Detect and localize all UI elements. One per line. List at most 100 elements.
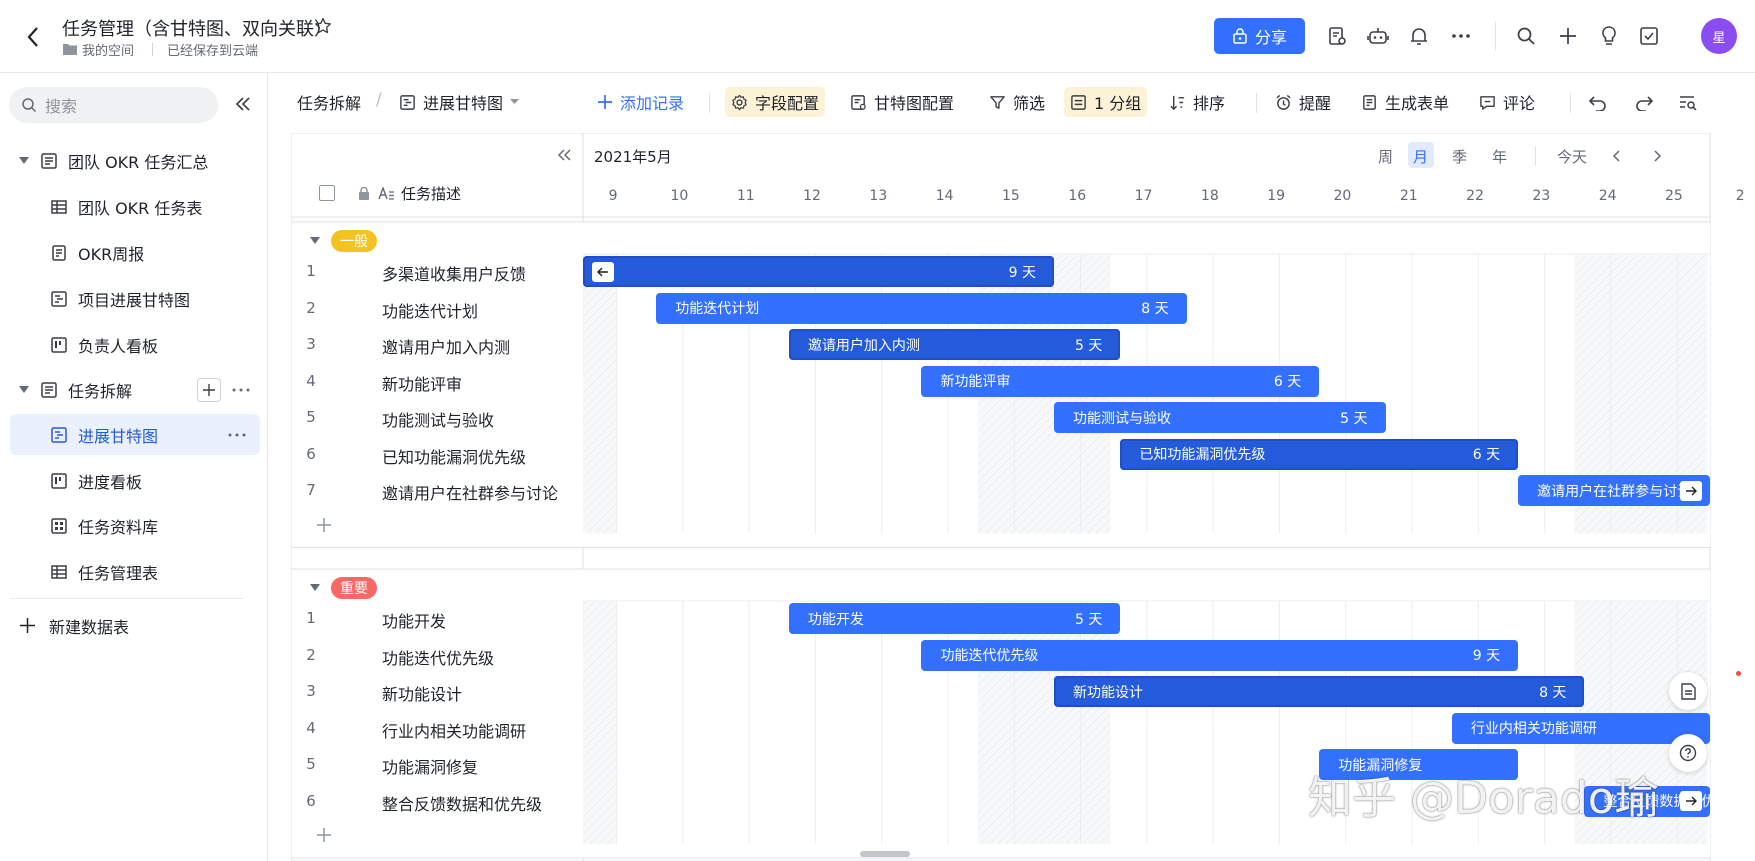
- bar-label: 新功能评审: [940, 374, 1011, 390]
- breadcrumb-space[interactable]: 我的空间: [82, 40, 134, 59]
- more-icon[interactable]: [228, 433, 246, 437]
- task-description-cell[interactable]: 多渠道收集用户反馈: [382, 261, 526, 285]
- bell-icon[interactable]: [1407, 24, 1431, 48]
- row-number: 6: [306, 444, 316, 463]
- sidebar-item-owner-kanban[interactable]: 负责人看板: [10, 324, 260, 365]
- gantt-bar[interactable]: 行业内相关功能调研: [1451, 712, 1710, 744]
- divider: [10, 598, 243, 599]
- task-description-cell[interactable]: 行业内相关功能调研: [382, 718, 526, 742]
- crumb-parent[interactable]: 任务拆解: [291, 87, 367, 117]
- document-title[interactable]: 任务管理（含甘特图、双向关联）: [62, 15, 332, 41]
- sidebar-item-project-gantt[interactable]: 项目进展甘特图: [10, 278, 260, 319]
- more-icon[interactable]: [232, 388, 250, 392]
- select-all-checkbox[interactable]: [319, 185, 335, 201]
- share-button[interactable]: 分享: [1214, 18, 1305, 54]
- bar-label: 功能开发: [807, 611, 864, 628]
- today-button[interactable]: 今天: [1557, 146, 1587, 167]
- gantt-bar[interactable]: 新功能评审 6 天: [921, 365, 1320, 397]
- task-description-cell[interactable]: 已知功能漏洞优先级: [382, 444, 526, 468]
- task-description-cell[interactable]: 功能迭代计划: [382, 298, 478, 322]
- gantt-bar[interactable]: 功能迭代优先级 9 天: [921, 639, 1519, 671]
- avatar[interactable]: 星: [1701, 18, 1737, 54]
- scale-quarter[interactable]: 季: [1452, 146, 1467, 167]
- gantt-bar[interactable]: 9 天: [583, 256, 1055, 287]
- field-config-button[interactable]: 字段配置: [725, 87, 826, 117]
- view-switcher[interactable]: 进展甘特图: [393, 87, 525, 117]
- expand-caret-icon[interactable]: [19, 156, 29, 165]
- sidebar-item-task-library[interactable]: 任务资料库: [10, 505, 260, 546]
- sidebar-item-progress-gantt[interactable]: 进展甘特图: [10, 414, 260, 455]
- back-arrow-icon[interactable]: [20, 24, 46, 50]
- help-float-button[interactable]: [1669, 734, 1707, 772]
- sidebar-item-okr-weekly[interactable]: OKR周报: [10, 232, 260, 273]
- horizontal-scrollbar[interactable]: [860, 851, 910, 857]
- task-description-cell[interactable]: 新功能设计: [382, 681, 462, 705]
- scale-week[interactable]: 周: [1378, 146, 1393, 167]
- sidebar-item-progress-kanban[interactable]: 进度看板: [10, 460, 260, 501]
- scroll-left-arrow-icon[interactable]: [592, 261, 614, 282]
- gantt-bar[interactable]: 已知功能漏洞优先级 6 天: [1120, 438, 1519, 470]
- divider: [709, 93, 710, 113]
- gantt-bar[interactable]: 功能测试与验收 5 天: [1054, 402, 1386, 433]
- gantt-bar[interactable]: 邀请用户在社群参与讨论: [1518, 475, 1710, 506]
- generate-form-button[interactable]: 生成表单: [1355, 87, 1455, 117]
- task-description-cell[interactable]: 整合反馈数据和优先级: [382, 791, 542, 815]
- scale-month[interactable]: 月: [1413, 146, 1428, 167]
- add-row-plus-icon[interactable]: [315, 516, 333, 534]
- find-in-view-icon[interactable]: [1676, 91, 1700, 115]
- gantt-bar[interactable]: 功能迭代计划 8 天: [656, 292, 1187, 324]
- next-period-icon[interactable]: [1648, 146, 1668, 166]
- comment-button[interactable]: 评论: [1473, 87, 1541, 117]
- star-icon[interactable]: [312, 15, 334, 37]
- record-detail-float-button[interactable]: [1669, 672, 1707, 710]
- gantt-config-button[interactable]: 甘特图配置: [844, 87, 960, 117]
- table-icon: [50, 563, 68, 581]
- task-description-cell[interactable]: 功能迭代优先级: [382, 645, 494, 669]
- collapse-table-icon[interactable]: [553, 144, 575, 166]
- add-record-button[interactable]: 添加记录: [591, 87, 690, 117]
- sort-button[interactable]: 排序: [1163, 87, 1231, 117]
- scroll-right-arrow-icon[interactable]: [1679, 480, 1702, 501]
- more-icon[interactable]: [1448, 24, 1474, 48]
- task-description-cell[interactable]: 新功能评审: [382, 371, 462, 395]
- top-bar: 任务管理（含甘特图、双向关联） 我的空间 已经保存到云端 分享 星: [0, 0, 1755, 73]
- task-description-cell[interactable]: 功能漏洞修复: [382, 754, 478, 778]
- task-description-cell[interactable]: 邀请用户加入内测: [382, 334, 510, 358]
- scroll-right-arrow-icon[interactable]: [1679, 791, 1702, 811]
- filter-button[interactable]: 筛选: [983, 87, 1051, 117]
- group-collapse-caret-icon[interactable]: [308, 581, 322, 595]
- add-view-icon[interactable]: [197, 377, 221, 402]
- new-table-button[interactable]: 新建数据表: [10, 605, 260, 646]
- comment-label: 评论: [1503, 94, 1536, 113]
- sidebar-item-task-table[interactable]: 任务管理表: [10, 551, 260, 592]
- remind-button[interactable]: 提醒: [1269, 87, 1337, 117]
- task-description-cell[interactable]: 功能测试与验收: [382, 407, 494, 431]
- sidebar: 搜索 团队 OKR 任务汇总 团队 OKR 任务表 OKR周报 项目进展甘特图 …: [0, 73, 268, 861]
- plus-icon[interactable]: [1556, 24, 1580, 48]
- sidebar-item-okr-summary[interactable]: 团队 OKR 任务汇总: [10, 140, 260, 181]
- gantt-bar[interactable]: 新功能设计 8 天: [1054, 676, 1585, 707]
- gantt-bar[interactable]: 功能开发 5 天: [788, 603, 1121, 634]
- group-collapse-caret-icon[interactable]: [308, 234, 322, 248]
- search-box[interactable]: 搜索: [9, 87, 218, 123]
- sidebar-item-task-breakdown[interactable]: 任务拆解: [10, 369, 260, 410]
- prev-period-icon[interactable]: [1606, 146, 1626, 166]
- column-header-task-desc[interactable]: 任务描述: [401, 183, 461, 204]
- plus-icon: [20, 618, 35, 633]
- scale-year[interactable]: 年: [1492, 146, 1507, 167]
- sidebar-item-okr-table[interactable]: 团队 OKR 任务表: [10, 186, 260, 227]
- lightbulb-icon[interactable]: [1597, 24, 1621, 48]
- task-description-cell[interactable]: 功能开发: [382, 608, 446, 632]
- task-description-cell[interactable]: 邀请用户在社群参与讨论: [382, 480, 558, 504]
- redo-icon[interactable]: [1632, 91, 1656, 115]
- search-icon[interactable]: [1514, 24, 1538, 48]
- checkbox-task-icon[interactable]: [1637, 24, 1661, 48]
- undo-icon[interactable]: [1586, 91, 1610, 115]
- add-row-plus-icon[interactable]: [315, 826, 333, 844]
- expand-caret-icon[interactable]: [19, 385, 29, 394]
- doc-info-icon[interactable]: [1325, 24, 1349, 48]
- group-button[interactable]: 1 分组: [1064, 87, 1148, 117]
- gantt-bar[interactable]: 邀请用户加入内测 5 天: [788, 329, 1121, 360]
- robot-icon[interactable]: [1366, 24, 1390, 48]
- collapse-sidebar-icon[interactable]: [232, 93, 254, 115]
